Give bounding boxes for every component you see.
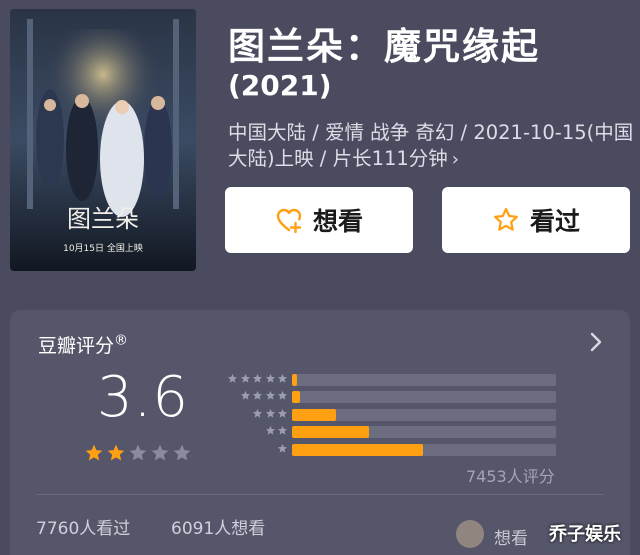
star-icon (277, 425, 288, 436)
star-icon (252, 390, 263, 401)
rating-bar-fill (292, 391, 301, 404)
divider (36, 494, 604, 495)
rating-bar-stars (216, 408, 288, 419)
watched-button[interactable]: 看过 (442, 187, 630, 253)
star-filled-icon (106, 443, 126, 463)
star-icon (277, 373, 288, 384)
poster-release-date: 10月15日 全国上映 (63, 242, 143, 254)
star-empty-icon (128, 443, 148, 463)
rating-bar-fill (292, 408, 336, 421)
wanted-count[interactable]: 6091人想看 (171, 514, 265, 539)
rating-bar-track (292, 443, 556, 456)
rating-bar-track (292, 426, 556, 439)
registered-mark: ® (114, 332, 129, 349)
want-to-watch-button[interactable]: 想看 (225, 187, 413, 253)
rating-stars (84, 443, 194, 463)
rating-title: 豆瓣评分® (38, 331, 128, 358)
rating-count: 7453人评分 (466, 467, 555, 486)
douban-rating-card[interactable]: 豆瓣评分® 3.6 7453人评分 7760人看过 6091人想看 (10, 310, 630, 555)
rating-bar-fill (292, 374, 297, 386)
movie-year: (2021) (228, 69, 332, 102)
movie-poster-image: 图兰朵 10月15日 全国上映 (10, 9, 196, 271)
star-icon (240, 373, 251, 384)
star-icon (277, 443, 288, 454)
rating-score: 3.6 (97, 365, 190, 430)
rating-bar-fill (292, 443, 423, 456)
star-icon (227, 373, 238, 384)
watched-count[interactable]: 7760人看过 (36, 514, 130, 539)
movie-poster[interactable]: 图兰朵 10月15日 全国上映 (10, 9, 196, 271)
star-icon (252, 408, 263, 419)
rating-bar-track (292, 408, 556, 421)
star-icon (265, 373, 276, 384)
star-icon (277, 390, 288, 401)
rating-bar-track (292, 391, 556, 404)
star-filled-icon (84, 443, 104, 463)
star-icon (252, 373, 263, 384)
chevron-right-icon: › (451, 149, 459, 170)
rating-bar-track (292, 374, 556, 386)
heart-plus-icon (275, 206, 303, 234)
rating-bar-stars (216, 443, 288, 454)
chevron-right-icon[interactable] (586, 327, 606, 357)
star-icon (265, 425, 276, 436)
star-outline-icon (492, 206, 520, 234)
rating-bar-stars (216, 373, 288, 384)
movie-meta-text: 中国大陆 / 爱情 战争 奇幻 / 2021-10-15(中国大陆)上映 / 片… (228, 121, 634, 170)
watermark-brand: 乔子娱乐 (549, 524, 621, 545)
movie-title: 图兰朵：魔咒缘起 (228, 25, 540, 68)
movie-meta[interactable]: 中国大陆 / 爱情 战争 奇幻 / 2021-10-15(中国大陆)上映 / 片… (228, 120, 638, 173)
star-icon (265, 390, 276, 401)
rating-bar-stars (216, 425, 288, 436)
poster-title: 图兰朵 (67, 205, 139, 233)
star-icon (277, 408, 288, 419)
avatar (456, 520, 484, 548)
star-empty-icon (172, 443, 192, 463)
want-to-watch-label: 想看 (312, 207, 363, 236)
watched-label: 看过 (529, 207, 580, 236)
watermark-text: 想看 (494, 529, 528, 549)
star-icon (265, 408, 276, 419)
rating-bar-fill (292, 426, 369, 439)
rating-title-text: 豆瓣评分 (38, 335, 115, 357)
star-icon (240, 390, 251, 401)
star-empty-icon (150, 443, 170, 463)
rating-bar-stars (216, 390, 288, 401)
